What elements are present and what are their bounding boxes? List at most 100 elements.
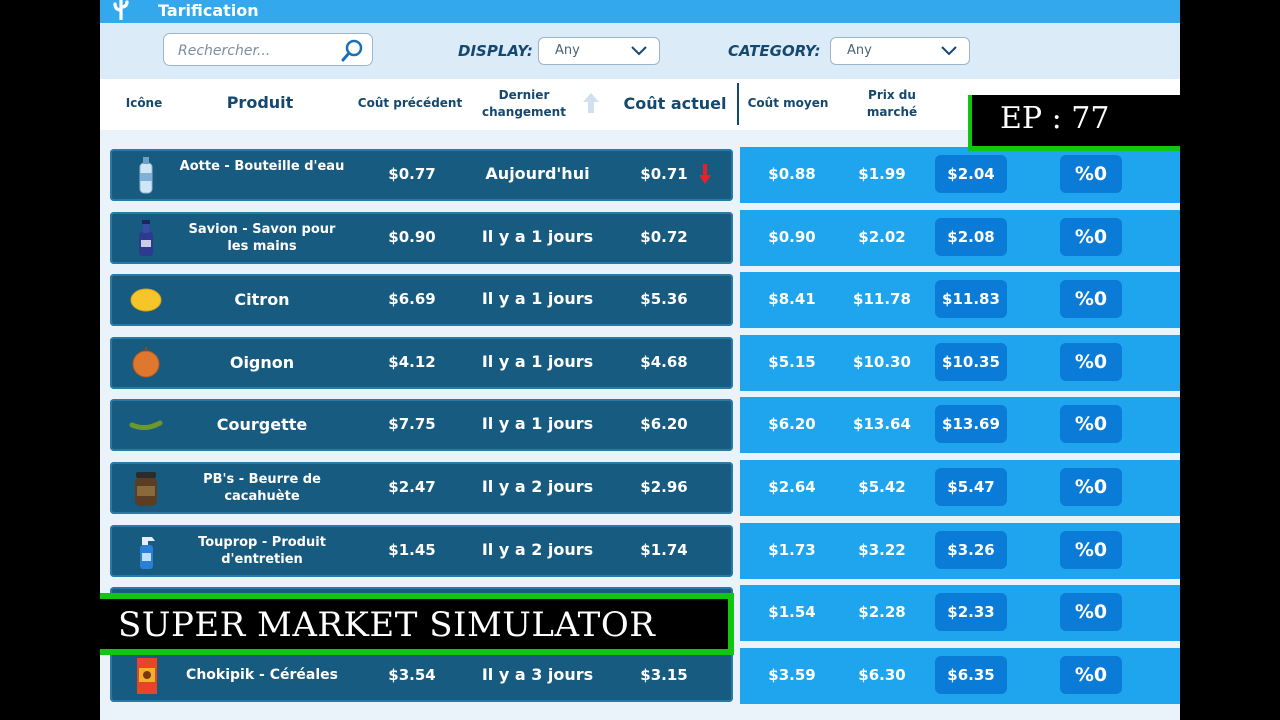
row-pricing-section: $1.73 $3.22 $3.26 %0 xyxy=(740,523,1180,579)
series-title: SUPER MARKET SIMULATOR xyxy=(118,605,656,645)
chevron-down-icon xyxy=(941,46,957,56)
row-product-section: Touprop - Produit d'entretien $1.45 Il y a… xyxy=(110,525,733,577)
window-title: Tarification xyxy=(158,1,259,20)
row-pricing-section: $3.59 $6.30 $6.35 %0 xyxy=(740,648,1180,704)
column-divider xyxy=(737,83,739,125)
previous-cost: $0.90 xyxy=(388,228,436,246)
selling-price-button[interactable]: $10.35 xyxy=(935,343,1007,381)
water-bottle-icon xyxy=(128,155,164,195)
row-pricing-section: $0.88 $1.99 $2.04 %0 xyxy=(740,147,1180,203)
display-select[interactable]: Any xyxy=(538,37,660,65)
column-header-last-change[interactable]: Dernier changement xyxy=(476,87,572,121)
table-row[interactable]: Chokipik - Céréales $3.54 Il y a 3 jours $3… xyxy=(110,648,1180,704)
previous-cost: $7.75 xyxy=(388,415,436,433)
table-row[interactable]: Touprop - Produit d'entretien $1.45 Il y a… xyxy=(110,523,1180,579)
average-cost: $1.54 xyxy=(768,603,816,621)
row-pricing-section: $2.64 $5.42 $5.47 %0 xyxy=(740,460,1180,516)
product-name: Citron xyxy=(234,290,290,309)
episode-number: EP : 77 xyxy=(1000,101,1110,136)
row-pricing-section: $0.90 $2.02 $2.08 %0 xyxy=(740,210,1180,266)
average-cost: $2.64 xyxy=(768,478,816,496)
current-cost: $0.72 xyxy=(640,228,688,246)
product-name: Chokipik - Céréales xyxy=(186,667,338,683)
column-header-current-cost[interactable]: Coût actuel xyxy=(616,94,734,113)
last-change-date: Il y a 1 jours xyxy=(481,414,594,433)
cereal-box-icon xyxy=(128,656,164,696)
selling-price-button[interactable]: $5.47 xyxy=(935,468,1007,506)
average-cost: $5.15 xyxy=(768,353,816,371)
current-cost: $2.96 xyxy=(640,478,688,496)
market-price: $5.42 xyxy=(858,478,906,496)
markup-percent-button[interactable]: %0 xyxy=(1060,155,1122,193)
search-icon[interactable] xyxy=(340,37,366,63)
selling-price-button[interactable]: $2.33 xyxy=(935,593,1007,631)
sort-arrow-up-icon[interactable] xyxy=(582,92,600,114)
category-select-value: Any xyxy=(847,43,872,58)
row-pricing-section: $1.54 $2.28 $2.33 %0 xyxy=(740,585,1180,641)
last-change-date: Il y a 2 jours xyxy=(481,477,594,496)
markup-percent-button[interactable]: %0 xyxy=(1060,468,1122,506)
row-pricing-section: $5.15 $10.30 $10.35 %0 xyxy=(740,335,1180,391)
row-pricing-section: $6.20 $13.64 $13.69 %0 xyxy=(740,397,1180,453)
table-row[interactable]: Aotte - Bouteille d'eau $0.77 Aujourd'hui $… xyxy=(110,147,1180,203)
previous-cost: $6.69 xyxy=(388,290,436,308)
series-title-overlay: SUPER MARKET SIMULATOR xyxy=(100,593,734,655)
current-cost: $0.71 xyxy=(640,165,688,183)
search-box[interactable] xyxy=(163,33,373,66)
market-price: $3.22 xyxy=(858,541,906,559)
column-header-product[interactable]: Produit xyxy=(210,93,310,112)
column-header-average-cost[interactable]: Coût moyen xyxy=(742,96,834,110)
average-cost: $0.88 xyxy=(768,165,816,183)
selling-price-button[interactable]: $2.08 xyxy=(935,218,1007,256)
table-row[interactable]: PB's - Beurre de cacahuète $2.47 Il y a 2 … xyxy=(110,460,1180,516)
previous-cost: $0.77 xyxy=(388,165,436,183)
table-row[interactable]: Citron $6.69 Il y a 1 jours $5.36 $8.41 $11.7… xyxy=(110,272,1180,328)
selling-price-button[interactable]: $13.69 xyxy=(935,405,1007,443)
average-cost: $6.20 xyxy=(768,415,816,433)
markup-percent-button[interactable]: %0 xyxy=(1060,656,1122,694)
episode-overlay: EP : 77 xyxy=(968,95,1180,151)
category-select[interactable]: Any xyxy=(830,37,970,65)
markup-percent-button[interactable]: %0 xyxy=(1060,531,1122,569)
selling-price-button[interactable]: $2.04 xyxy=(935,155,1007,193)
market-price: $2.02 xyxy=(858,228,906,246)
market-price: $1.99 xyxy=(858,165,906,183)
row-product-section: Savion - Savon pour les mains $0.90 Il y a… xyxy=(110,212,733,264)
table-row[interactable]: Savion - Savon pour les mains $0.90 Il y a… xyxy=(110,210,1180,266)
last-change-date: Aujourd'hui xyxy=(485,164,590,183)
selling-price-button[interactable]: $3.26 xyxy=(935,531,1007,569)
last-change-date: Il y a 1 jours xyxy=(481,289,594,308)
zucchini-icon xyxy=(128,405,164,445)
table-row[interactable]: Oignon $4.12 Il y a 1 jours $4.68 $5.15 $10.3… xyxy=(110,335,1180,391)
product-name: PB's - Beurre de cacahuète xyxy=(203,472,321,504)
selling-price-button[interactable]: $11.83 xyxy=(935,280,1007,318)
current-cost: $6.20 xyxy=(640,415,688,433)
row-product-section: Aotte - Bouteille d'eau $0.77 Aujourd'hui $… xyxy=(110,149,733,201)
markup-percent-button[interactable]: %0 xyxy=(1060,218,1122,256)
column-header-market-price[interactable]: Prix du marché xyxy=(852,87,932,121)
soap-bottle-icon xyxy=(128,218,164,258)
current-cost: $5.36 xyxy=(640,290,688,308)
table-row[interactable]: Courgette $7.75 Il y a 1 jours $6.20 $6.20 $1… xyxy=(110,397,1180,453)
current-cost: $3.15 xyxy=(640,666,688,684)
markup-percent-button[interactable]: %0 xyxy=(1060,343,1122,381)
product-name: Touprop - Produit d'entretien xyxy=(198,535,326,567)
lemon-icon xyxy=(128,280,164,320)
column-header-previous-cost[interactable]: Coût précédent xyxy=(352,96,468,110)
product-name: Courgette xyxy=(216,415,308,434)
market-price: $13.64 xyxy=(853,415,911,433)
product-name: Savion - Savon pour les mains xyxy=(188,222,336,254)
markup-percent-button[interactable]: %0 xyxy=(1060,593,1122,631)
selling-price-button[interactable]: $6.35 xyxy=(935,656,1007,694)
product-name: Oignon xyxy=(229,353,295,372)
markup-percent-button[interactable]: %0 xyxy=(1060,405,1122,443)
row-product-section: Citron $6.69 Il y a 1 jours $5.36 xyxy=(110,274,733,326)
trend-down-arrow-icon xyxy=(698,163,712,189)
market-price-line-1: Prix du xyxy=(868,88,916,102)
market-price: $6.30 xyxy=(858,666,906,684)
display-select-value: Any xyxy=(555,43,580,58)
average-cost: $1.73 xyxy=(768,541,816,559)
markup-percent-button[interactable]: %0 xyxy=(1060,280,1122,318)
search-input[interactable] xyxy=(176,39,340,63)
product-name: Aotte - Bouteille d'eau xyxy=(179,159,345,174)
